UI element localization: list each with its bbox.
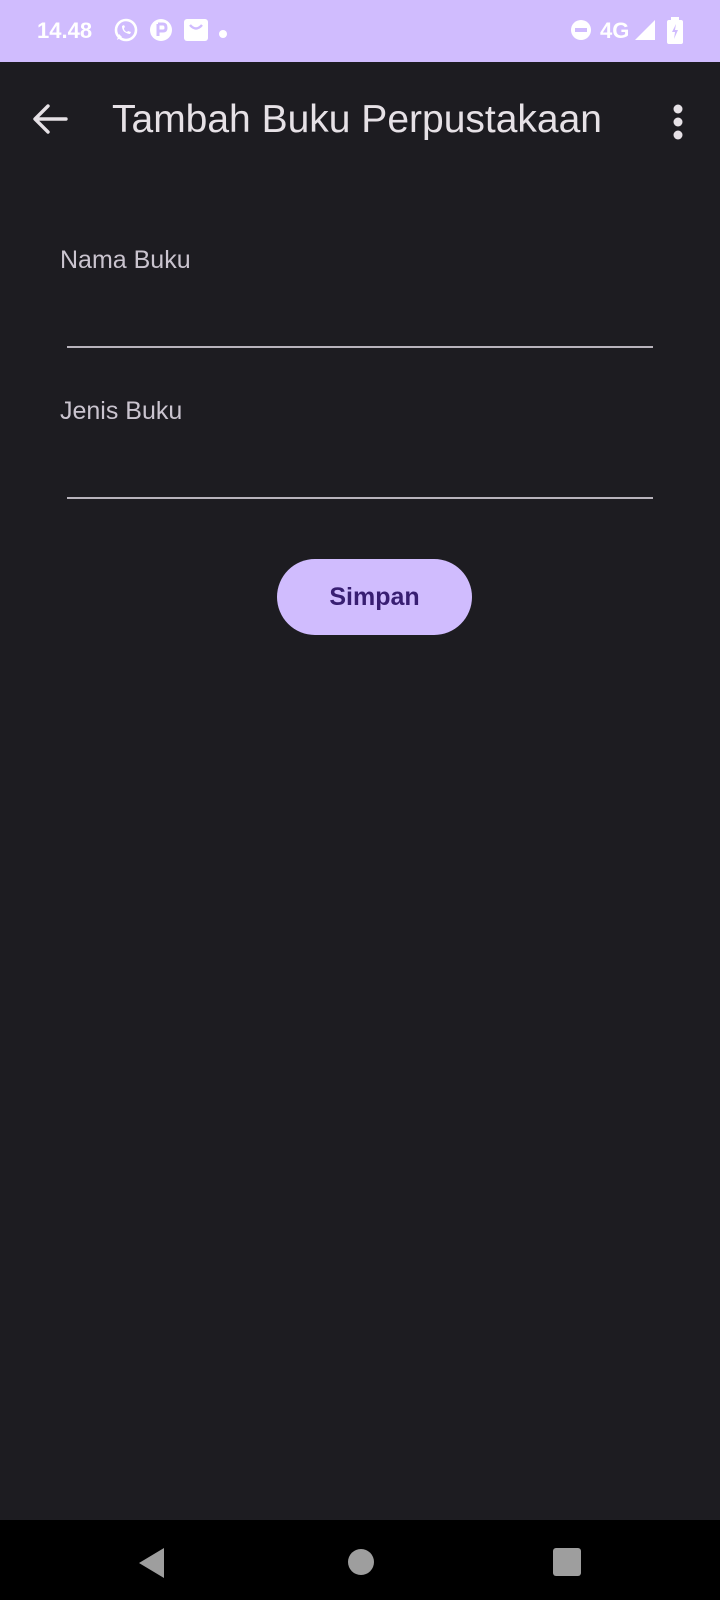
nav-home-button[interactable]: [347, 1548, 375, 1581]
back-button[interactable]: [26, 94, 76, 144]
home-circle-icon: [348, 1549, 374, 1575]
more-options-button[interactable]: [660, 98, 696, 148]
nama-buku-input[interactable]: [67, 308, 653, 348]
jenis-buku-label: Jenis Buku: [60, 397, 183, 425]
save-button[interactable]: Simpan: [277, 559, 472, 635]
system-nav-bar: [0, 1520, 720, 1600]
jenis-buku-input[interactable]: [67, 459, 653, 499]
status-bar: 14.48 4G: [0, 0, 720, 62]
back-triangle-icon: [139, 1548, 164, 1578]
top-app-bar: Tambah Buku Perpustakaan: [0, 62, 720, 182]
battery-charging-icon: [666, 17, 684, 50]
nama-buku-label: Nama Buku: [60, 246, 191, 274]
arrow-left-icon: [33, 104, 68, 134]
do-not-disturb-icon: [570, 17, 592, 48]
status-time: 14.48: [37, 18, 93, 43]
save-button-label: Simpan: [329, 582, 420, 611]
network-type: 4G: [600, 18, 630, 43]
signal-icon: [634, 17, 656, 48]
mail-icon: [183, 17, 209, 48]
more-vert-icon: [673, 104, 683, 140]
nav-back-button[interactable]: [136, 1546, 168, 1585]
recents-square-icon: [553, 1548, 581, 1576]
dot-icon: [218, 26, 228, 44]
nav-recents-button[interactable]: [552, 1547, 582, 1582]
app-notification-icon: [148, 17, 174, 48]
screen: 14.48 4G Tambah Buku Perpustakaan Nama B…: [0, 0, 720, 1600]
whatsapp-icon: [113, 17, 139, 48]
page-title: Tambah Buku Perpustakaan: [112, 98, 602, 141]
